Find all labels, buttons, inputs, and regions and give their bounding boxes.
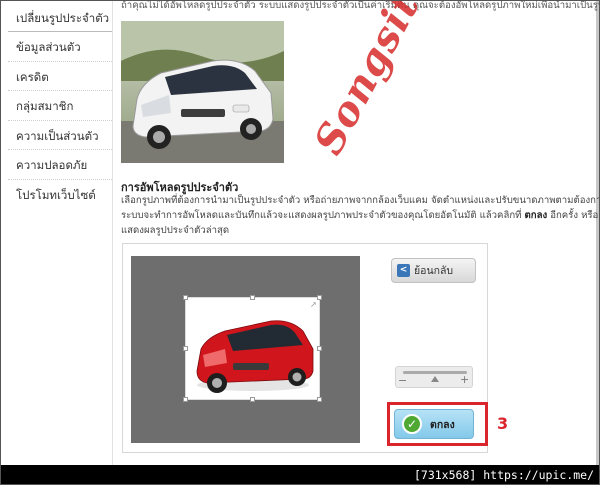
ok-keyword: ตกลง bbox=[524, 210, 548, 221]
crop-handle[interactable] bbox=[250, 397, 255, 402]
ok-button[interactable]: ✓ ตกลง bbox=[394, 409, 474, 439]
zoom-slider-handle[interactable] bbox=[431, 376, 439, 382]
sidebar-item-privacy[interactable]: ความเป็นส่วนตัว bbox=[8, 121, 112, 150]
crop-handle[interactable] bbox=[250, 295, 255, 300]
resize-corner-icon[interactable]: ↗ bbox=[310, 300, 317, 309]
crop-handle[interactable] bbox=[183, 397, 188, 402]
sidebar-divider bbox=[112, 0, 113, 465]
step-number-annotation: 3 bbox=[497, 414, 509, 433]
image-host-caption: [731x568] https://upic.me/ bbox=[413, 468, 594, 482]
sidebar-item-security[interactable]: ความปลอดภัย bbox=[8, 150, 112, 180]
crop-handle[interactable] bbox=[317, 397, 322, 402]
watermark: Songsith bbox=[305, 0, 444, 163]
instruction-line: ระบบจะทำการอัพโหลดและบันทึกแล้วจะแสดงผลร… bbox=[121, 208, 599, 223]
intro-text: ถ้าคุณไม่ได้อัพโหลดรูปประจำตัว ระบบแสดงร… bbox=[121, 0, 599, 11]
crop-handle[interactable] bbox=[317, 346, 322, 351]
white-car-photo bbox=[121, 21, 284, 163]
image-host-footer: [731x568] https://upic.me/ bbox=[0, 465, 600, 485]
checkmark-icon: ✓ bbox=[402, 414, 422, 434]
instruction-line: แสดงผลรูปประจำตัวล่าสุด bbox=[121, 225, 230, 236]
instruction-text: ระบบจะทำการอัพโหลดและบันทึกแล้วจะแสดงผลร… bbox=[121, 210, 525, 221]
crop-handle[interactable] bbox=[183, 295, 188, 300]
sidebar-item-change-avatar[interactable]: เปลี่ยนรูปประจำตัว bbox=[8, 0, 112, 32]
zoom-out-icon[interactable]: − bbox=[398, 374, 407, 387]
crop-handle[interactable] bbox=[317, 295, 322, 300]
sidebar-item-credit[interactable]: เครดิต bbox=[8, 62, 112, 91]
profile-sidebar: เปลี่ยนรูปประจำตัว ข้อมูลส่วนตัว เครดิต … bbox=[8, 0, 112, 209]
crop-selection-box[interactable] bbox=[183, 295, 322, 402]
chevron-left-icon: < bbox=[397, 264, 410, 277]
back-button[interactable]: < ย้อนกลับ bbox=[391, 258, 476, 283]
upload-instructions: เลือกรูปภาพที่ต้องการนำมาเป็นรูปประจำตัว… bbox=[121, 193, 599, 238]
sidebar-item-member-groups[interactable]: กลุ่มสมาชิก bbox=[8, 91, 112, 121]
instruction-line: เลือกรูปภาพที่ต้องการนำมาเป็นรูปประจำตัว… bbox=[121, 195, 599, 206]
crop-handle[interactable] bbox=[183, 346, 188, 351]
sidebar-item-promote-website[interactable]: โปรโมทเว็บไซต์ bbox=[8, 180, 112, 210]
sidebar-item-personal-info[interactable]: ข้อมูลส่วนตัว bbox=[8, 32, 112, 62]
back-button-label: ย้อนกลับ bbox=[414, 265, 454, 277]
zoom-slider-track[interactable] bbox=[403, 371, 467, 374]
zoom-in-icon[interactable]: + bbox=[460, 373, 469, 386]
instruction-text: อีกครั้ง หรือคุณอาจ bbox=[550, 210, 599, 221]
ok-button-label: ตกลง bbox=[430, 418, 455, 431]
current-avatar-image bbox=[121, 21, 284, 163]
